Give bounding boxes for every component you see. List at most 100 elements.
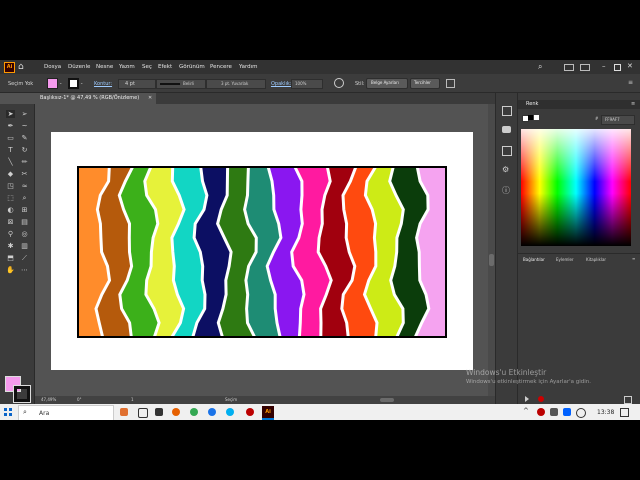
tab-links[interactable]: Bağlantılar <box>523 258 545 262</box>
edge-icon[interactable] <box>155 408 163 416</box>
notification-icon[interactable] <box>620 408 629 417</box>
brush-dropdown[interactable]: 3 pt. Yuvarlak <box>206 79 266 89</box>
eraser-tool-icon[interactable]: ◆ <box>6 170 15 178</box>
chrome-icon[interactable] <box>190 408 198 416</box>
stroke-style-dropdown[interactable]: Belirli <box>156 79 206 89</box>
slice-tool-icon[interactable]: ⟋ <box>20 254 29 262</box>
artboard[interactable] <box>51 132 473 370</box>
black-swatch[interactable] <box>528 115 533 120</box>
scissors-tool-icon[interactable]: ✂ <box>20 170 29 178</box>
menu-duzenle[interactable]: Düzenle <box>68 64 90 70</box>
rectangle-tool-icon[interactable]: ▭ <box>6 134 15 142</box>
comments-panel-icon[interactable] <box>502 126 511 133</box>
record-app-icon[interactable] <box>246 408 254 416</box>
wavy-stripes-artwork[interactable] <box>77 166 447 338</box>
menu-gorunum[interactable]: Görünüm <box>179 64 205 70</box>
artboard-tool-icon[interactable]: ⬒ <box>6 254 15 262</box>
start-button[interactable] <box>4 408 12 416</box>
eyedropper-tool-icon[interactable]: ⚲ <box>6 230 15 238</box>
skype-icon[interactable] <box>226 408 234 416</box>
graph-tool-icon[interactable]: ▥ <box>20 242 29 250</box>
hex-input[interactable]: FF9AF7 <box>601 115 635 125</box>
gradient-tool-icon[interactable]: ▤ <box>20 218 29 226</box>
vertical-scroll-thumb[interactable] <box>489 254 494 266</box>
tray-up-icon[interactable]: ^ <box>523 407 529 415</box>
bottom-panel-menu-icon[interactable]: ≡ <box>632 257 635 261</box>
menu-nesne[interactable]: Nesne <box>96 64 113 70</box>
workspace-icon[interactable] <box>580 64 590 71</box>
arrange-icon[interactable] <box>564 64 574 71</box>
scale-tool-icon[interactable]: ◳ <box>6 182 15 190</box>
info-panel-icon[interactable]: ⓘ <box>502 185 510 196</box>
illustrator-taskbar-icon[interactable]: Ai <box>262 406 274 420</box>
color-spectrum[interactable] <box>521 129 631 246</box>
selection-tool-icon[interactable]: ➤ <box>6 110 15 118</box>
arrange-docs-icon[interactable] <box>446 79 455 88</box>
blend-tool-icon[interactable]: ◎ <box>20 230 29 238</box>
menu-dosya[interactable]: Dosya <box>44 64 61 70</box>
artboard-number[interactable]: 1 <box>131 398 134 402</box>
task-view-icon[interactable] <box>138 408 148 418</box>
shape-builder-icon[interactable]: ◐ <box>6 206 15 214</box>
browser-icon[interactable] <box>208 408 216 416</box>
taskbar-search-box[interactable]: ⌕ Ara <box>18 405 114 420</box>
opacity-field[interactable]: 100% <box>291 79 323 89</box>
vertical-scrollbar[interactable] <box>488 104 495 396</box>
home-icon[interactable]: ⌂ <box>18 62 28 72</box>
tab-libraries[interactable]: Kitaplıklar <box>586 258 606 262</box>
tray-app-icon[interactable] <box>537 408 545 416</box>
export-panel-icon[interactable] <box>502 146 512 156</box>
menu-pencere[interactable]: Pencere <box>210 64 232 70</box>
taskbar-clock[interactable]: 13:38 <box>597 409 614 416</box>
search-icon[interactable]: ⌕ <box>538 62 542 72</box>
horizontal-scroll-thumb[interactable] <box>380 398 394 402</box>
stroke-swatch[interactable] <box>68 78 79 89</box>
pen-tool-icon[interactable]: ✒ <box>6 122 15 130</box>
color-panel-menu-icon[interactable]: ≡ <box>631 102 635 107</box>
close-button[interactable]: ✕ <box>627 62 633 70</box>
tray-dropbox-icon[interactable] <box>563 408 571 416</box>
document-setup-button[interactable]: Belge Ayarları <box>366 78 408 89</box>
brush-tool-icon[interactable]: ✎ <box>20 134 29 142</box>
close-tab-icon[interactable]: ✕ <box>148 96 152 101</box>
stroke-weight-field[interactable]: 4 pt <box>118 79 156 89</box>
rotate-tool-icon[interactable]: ↻ <box>20 146 29 154</box>
menu-sec[interactable]: Seç <box>142 64 152 70</box>
preferences-button[interactable]: Tercihler <box>410 78 440 89</box>
panel-menu-icon[interactable]: ≡ <box>628 79 633 86</box>
transform-panel-icon[interactable] <box>502 106 512 116</box>
zoom-tool-icon[interactable]: ⌕ <box>20 194 29 202</box>
pencil-tool-icon[interactable]: ✏ <box>20 158 29 166</box>
type-tool-icon[interactable]: T <box>6 146 15 154</box>
tray-network-icon[interactable] <box>550 408 558 416</box>
white-swatch[interactable] <box>534 115 539 120</box>
symbol-sprayer-icon[interactable]: ✱ <box>6 242 15 250</box>
line-tool-icon[interactable]: ╲ <box>6 158 15 166</box>
fill-dropdown-icon[interactable]: ⌄ <box>59 81 62 85</box>
rotation-value[interactable]: 0° <box>77 398 82 402</box>
minimize-button[interactable]: – <box>602 62 606 70</box>
tab-actions[interactable]: Eylemler <box>556 258 574 262</box>
taskview-icon[interactable] <box>120 408 128 416</box>
tray-wifi-icon[interactable] <box>576 408 586 418</box>
hand-tool-icon[interactable]: ✋ <box>6 266 15 274</box>
mesh-tool-icon[interactable]: ⊠ <box>6 218 15 226</box>
zoom-level[interactable]: 47,49% <box>41 398 56 402</box>
stroke-dropdown-icon[interactable]: ⌄ <box>80 81 83 85</box>
maximize-button[interactable] <box>614 64 621 71</box>
perspective-grid-icon[interactable]: ⊞ <box>20 206 29 214</box>
menu-yardim[interactable]: Yardım <box>239 64 258 70</box>
fill-swatch[interactable] <box>47 78 58 89</box>
menu-yazim[interactable]: Yazım <box>119 64 135 70</box>
direct-selection-icon[interactable]: ➢ <box>20 110 29 118</box>
recolor-icon[interactable] <box>334 78 344 88</box>
menu-efekt[interactable]: Efekt <box>158 64 172 70</box>
edit-toolbar-icon[interactable]: ⋯ <box>20 266 29 274</box>
play-action-icon[interactable] <box>525 396 529 402</box>
free-transform-icon[interactable]: ⬚ <box>6 194 15 202</box>
width-tool-icon[interactable]: ≈ <box>20 182 29 190</box>
firefox-icon[interactable] <box>172 408 180 416</box>
settings-panel-icon[interactable]: ⚙ <box>502 165 509 174</box>
stroke-color-swatch[interactable] <box>13 385 31 403</box>
canvas-area[interactable] <box>35 104 495 396</box>
